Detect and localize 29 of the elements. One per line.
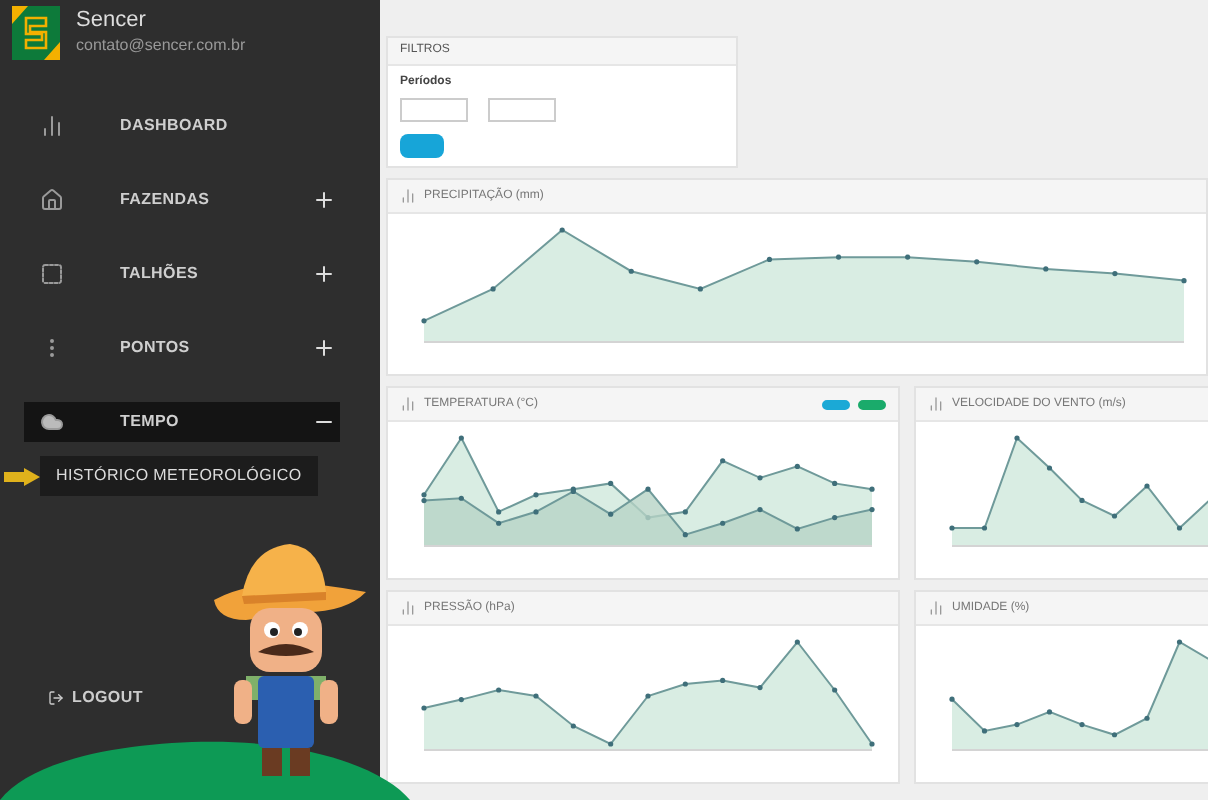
expand-icon[interactable] xyxy=(312,188,336,212)
logout-icon xyxy=(48,690,64,706)
dashed-square-icon xyxy=(40,262,64,286)
user-name: Sencer xyxy=(76,6,148,34)
chart-icon xyxy=(928,600,944,616)
legend-toggle[interactable] xyxy=(858,399,886,409)
legend-toggle[interactable] xyxy=(822,399,850,409)
menu-item[interactable]: DASHBOARD xyxy=(24,106,340,146)
date-field[interactable] xyxy=(488,98,556,122)
menu-item[interactable]: FAZENDAS xyxy=(24,180,340,220)
expand-icon[interactable] xyxy=(312,336,336,360)
menu-item[interactable]: TEMPO xyxy=(24,402,340,442)
logout-link[interactable]: LOGOUT xyxy=(72,686,143,710)
expand-icon[interactable] xyxy=(312,262,336,286)
chart-icon xyxy=(400,600,416,616)
submenu-item[interactable]: HISTÓRICO METEOROLÓGICO xyxy=(40,456,318,496)
bar-chart-icon xyxy=(40,114,64,138)
user-email: contato@sencer.com.br xyxy=(76,34,246,58)
chart-icon xyxy=(400,396,416,412)
date-field[interactable] xyxy=(400,98,468,122)
chart-icon xyxy=(928,396,944,412)
submit-button[interactable] xyxy=(400,134,444,158)
menu-item[interactable]: TALHÕES xyxy=(24,254,340,294)
logo-icon xyxy=(12,6,60,60)
house-icon xyxy=(40,188,64,212)
arrow-icon xyxy=(4,467,40,485)
chart-icon xyxy=(400,188,416,204)
menu-item[interactable]: PONTOS xyxy=(24,328,340,368)
cloud-icon xyxy=(40,410,64,434)
